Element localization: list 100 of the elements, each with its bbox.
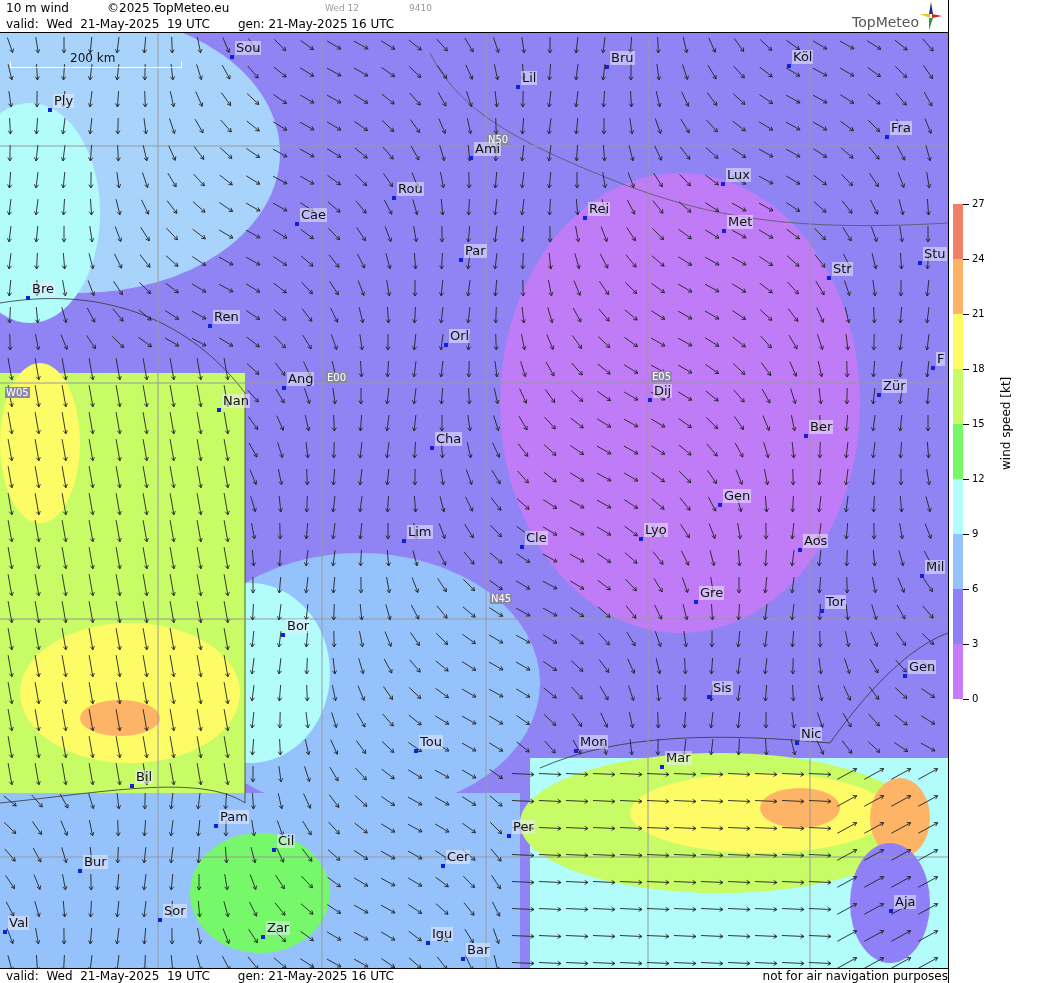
city-label: Lyo bbox=[644, 523, 668, 537]
city-label: Ren bbox=[213, 310, 240, 324]
scale-tick-label: 3 bbox=[972, 639, 979, 649]
city-marker bbox=[414, 749, 418, 753]
city-marker bbox=[402, 539, 406, 543]
run-label: Wed 12 bbox=[325, 3, 360, 13]
city-label: Bil bbox=[135, 770, 154, 784]
city-label: Cae bbox=[300, 208, 328, 222]
city-label: Zür bbox=[882, 379, 907, 393]
city-label: Par bbox=[464, 244, 487, 258]
city-marker bbox=[920, 574, 924, 578]
city-label: Igu bbox=[431, 927, 454, 941]
city-marker bbox=[214, 824, 218, 828]
grid-label: W05 bbox=[5, 387, 30, 398]
city-marker bbox=[26, 296, 30, 300]
city-marker bbox=[208, 324, 212, 328]
city-label: Bru bbox=[610, 51, 635, 65]
city-label: Ang bbox=[287, 372, 315, 386]
city-marker bbox=[272, 848, 276, 852]
city-marker bbox=[804, 434, 808, 438]
scale-tick-label: 24 bbox=[972, 254, 985, 264]
compass-star-icon bbox=[920, 2, 942, 30]
city-label: Rei bbox=[588, 202, 611, 216]
city-marker bbox=[444, 343, 448, 347]
city-label: Nic bbox=[800, 727, 823, 741]
city-label: Mil bbox=[925, 560, 946, 574]
city-marker bbox=[787, 64, 791, 68]
city-label: Sis bbox=[712, 681, 733, 695]
scale-tick-label: 12 bbox=[972, 474, 985, 484]
city-marker bbox=[507, 834, 511, 838]
valid-time: valid: Wed 21-May-2025 19 UTC bbox=[6, 969, 210, 983]
city-marker bbox=[392, 196, 396, 200]
city-marker bbox=[918, 261, 922, 265]
city-marker bbox=[282, 386, 286, 390]
city-marker bbox=[426, 941, 430, 945]
city-marker bbox=[230, 55, 234, 59]
city-label: Gen bbox=[723, 489, 752, 503]
copyright-text: ©2025 TopMeteo.eu bbox=[107, 1, 231, 15]
city-label: Zar bbox=[266, 921, 291, 935]
scale-tick-label: 9 bbox=[972, 529, 979, 539]
city-marker bbox=[574, 749, 578, 753]
city-marker bbox=[877, 393, 881, 397]
city-label: Tou bbox=[419, 735, 443, 749]
city-marker bbox=[281, 633, 285, 637]
city-label: Gen bbox=[908, 660, 937, 674]
city-marker bbox=[469, 156, 473, 160]
city-label: Rou bbox=[397, 182, 424, 196]
scale-tick-label: 0 bbox=[972, 694, 979, 704]
city-marker bbox=[78, 869, 82, 873]
city-label: Cha bbox=[435, 432, 463, 446]
city-marker bbox=[795, 741, 799, 745]
city-label: Met bbox=[727, 215, 754, 229]
city-marker bbox=[648, 398, 652, 402]
city-label: Lil bbox=[521, 71, 538, 85]
city-label: Pam bbox=[219, 810, 249, 824]
logo-text: TopMeteo bbox=[852, 15, 919, 29]
scale-tick-label: 18 bbox=[972, 364, 985, 374]
city-marker bbox=[820, 609, 824, 613]
city-marker bbox=[461, 957, 465, 961]
city-label: Bre bbox=[31, 282, 55, 296]
city-label: Cle bbox=[525, 531, 548, 545]
city-marker bbox=[261, 935, 265, 939]
city-label: Bor bbox=[286, 619, 311, 633]
city-label: Cer bbox=[446, 850, 471, 864]
city-marker bbox=[707, 695, 711, 699]
legend-title: wind speed [kt] bbox=[999, 376, 1013, 470]
city-label: Sor bbox=[163, 904, 187, 918]
city-label: Fra bbox=[890, 121, 912, 135]
city-marker bbox=[931, 366, 935, 370]
city-label: Ply bbox=[53, 94, 75, 108]
city-label: Stu bbox=[923, 247, 947, 261]
city-label: Orl bbox=[449, 329, 471, 343]
city-label: Mon bbox=[579, 735, 609, 749]
city-label: Dij bbox=[653, 384, 673, 398]
city-marker bbox=[718, 503, 722, 507]
city-label: Aja bbox=[894, 895, 917, 909]
city-marker bbox=[721, 182, 725, 186]
city-marker bbox=[903, 674, 907, 678]
city-label: Ami bbox=[474, 142, 502, 156]
generated-time: gen: 21-May-2025 16 UTC bbox=[237, 969, 394, 983]
city-marker bbox=[827, 276, 831, 280]
city-label: Aos bbox=[803, 534, 829, 548]
scale-tick-label: 27 bbox=[972, 199, 985, 209]
city-label: Lim bbox=[407, 525, 433, 539]
city-marker bbox=[217, 408, 221, 412]
city-marker bbox=[605, 65, 609, 69]
city-marker bbox=[3, 930, 7, 934]
city-marker bbox=[48, 108, 52, 112]
grid-label: E00 bbox=[326, 372, 348, 383]
scale-tick-label: 6 bbox=[972, 584, 979, 594]
city-marker bbox=[295, 222, 299, 226]
city-marker bbox=[660, 765, 664, 769]
city-marker bbox=[639, 537, 643, 541]
scale-tick-label: 21 bbox=[972, 309, 985, 319]
map-title: 10 m wind bbox=[6, 1, 70, 15]
city-label: Köl bbox=[792, 50, 814, 64]
grid-label: E05 bbox=[651, 371, 673, 382]
generated-time: gen: 21-May-2025 16 UTC bbox=[238, 17, 395, 31]
disclaimer-text: not for air navigation purposes bbox=[762, 969, 948, 983]
city-label: Sou bbox=[235, 41, 262, 55]
